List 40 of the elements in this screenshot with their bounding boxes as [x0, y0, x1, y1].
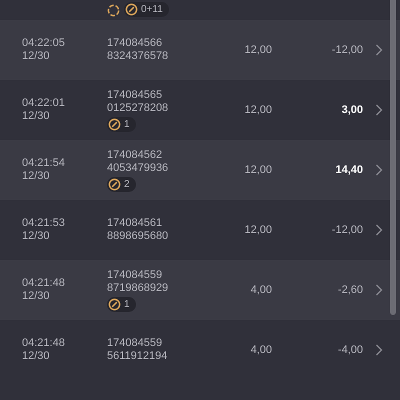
- amount-text: 4,00: [250, 344, 272, 356]
- order-id-text: 174084565: [107, 88, 164, 102]
- order-id-text: 8324376578: [107, 50, 170, 63]
- order-id-text: 8719868929: [107, 282, 170, 294]
- date-text: 12/30: [22, 110, 51, 123]
- order-id-text: 8898695680: [107, 230, 170, 243]
- date-text: 12/30: [22, 350, 51, 363]
- time-text: 04:21:53: [22, 217, 66, 230]
- count-badge: 1: [107, 296, 136, 312]
- amount-text: 12,00: [243, 224, 272, 236]
- order-id-text: 0125278208: [107, 102, 170, 114]
- amount-text: 12,00: [243, 104, 272, 116]
- order-id-text: 174084559: [107, 268, 164, 282]
- result-text: 14,40: [334, 164, 363, 176]
- time-text: 04:21:48: [22, 277, 66, 290]
- order-id-text: 4053479936: [107, 162, 170, 174]
- time-text: 04:22:01: [22, 97, 66, 110]
- result-text: -12,00: [330, 224, 363, 236]
- date-text: 12/30: [22, 230, 51, 243]
- result-text: 3,00: [340, 104, 363, 116]
- amount-text: 12,00: [243, 44, 272, 56]
- date-text: 12/30: [22, 50, 51, 63]
- time-text: 04:21:54: [22, 157, 66, 170]
- time-text: 04:22:05: [22, 37, 66, 50]
- count-badge: 0+11: [124, 2, 169, 17]
- time-text: 04:21:48: [22, 337, 66, 350]
- result-text: -4,00: [336, 344, 363, 356]
- result-text: -2,60: [336, 284, 363, 296]
- result-text: -12,00: [330, 44, 363, 56]
- amount-text: 12,00: [243, 164, 272, 176]
- order-id-text: 174084559: [107, 337, 164, 350]
- count-badge: 2: [107, 176, 136, 192]
- count-badge: 1: [107, 116, 136, 132]
- order-id-text: 174084561: [107, 217, 164, 230]
- order-id-text: 174084566: [107, 37, 164, 50]
- date-text: 12/30: [22, 170, 51, 183]
- amount-text: 4,00: [250, 284, 272, 296]
- order-id-text: 174084562: [107, 148, 164, 162]
- order-id-text: 5611912194: [107, 350, 168, 363]
- date-text: 12/30: [22, 290, 51, 303]
